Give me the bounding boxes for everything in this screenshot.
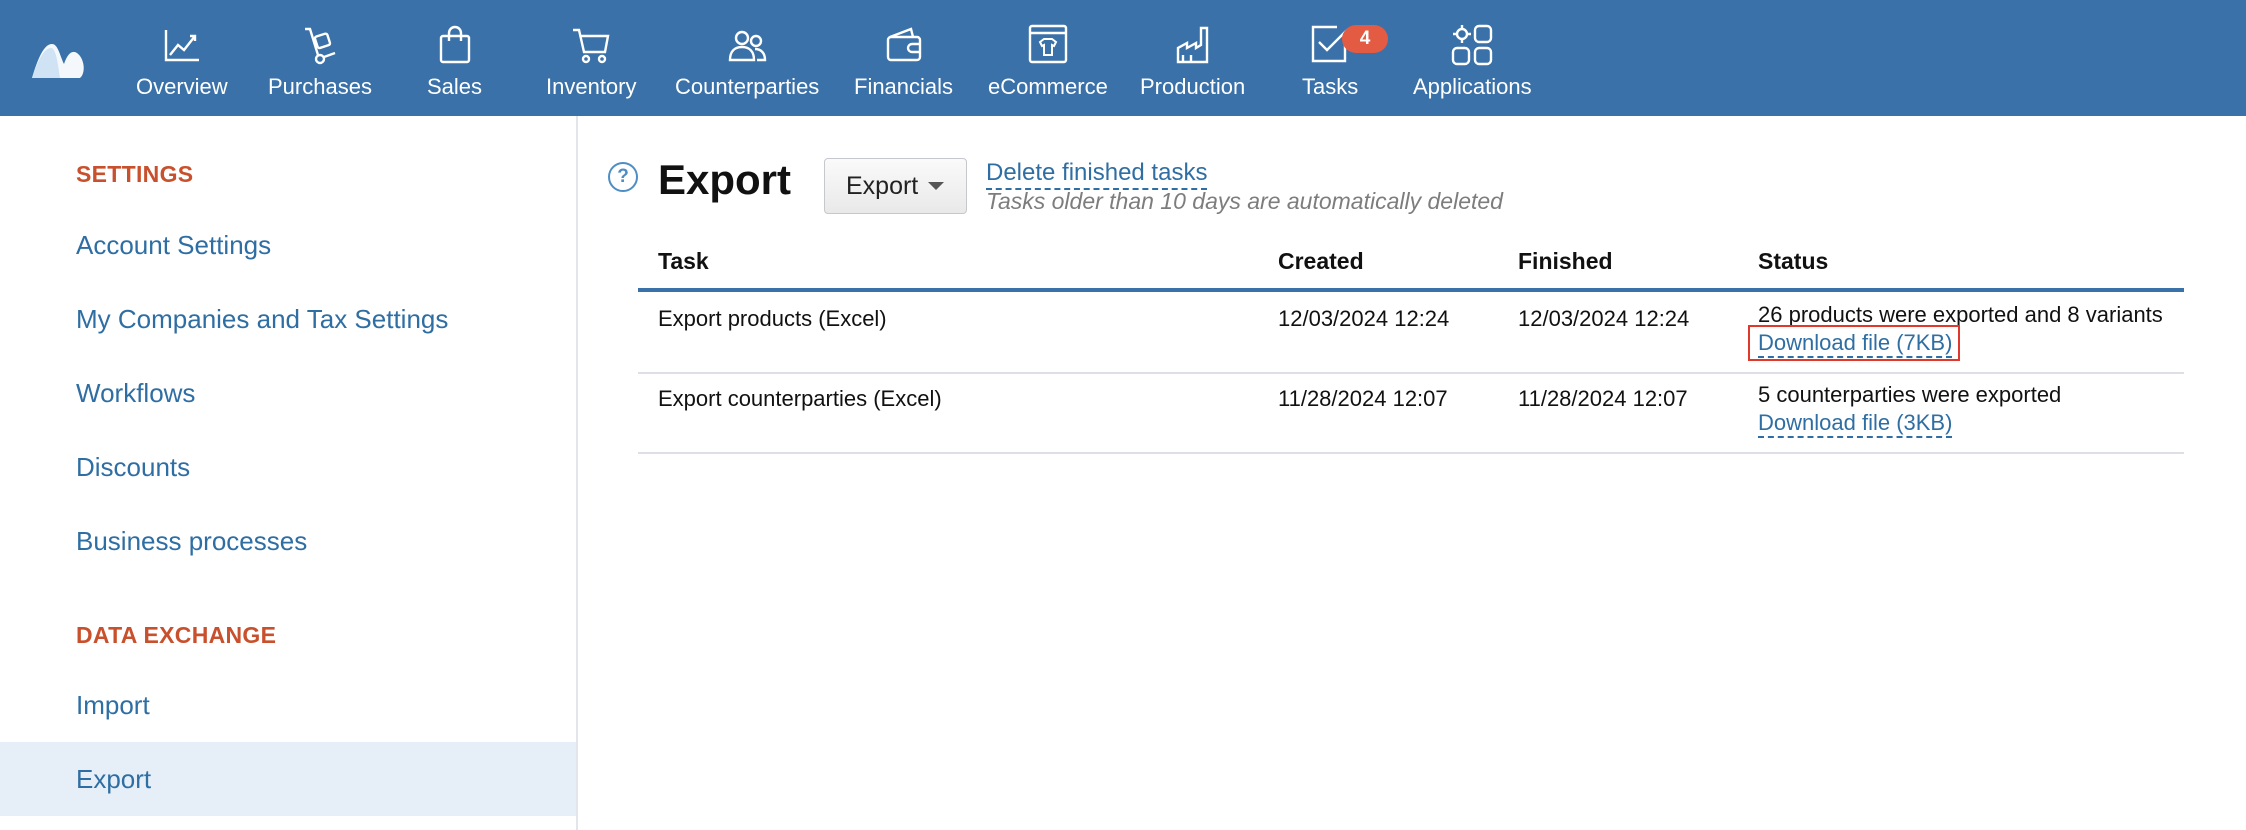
sidebar-item-companies-tax[interactable]: My Companies and Tax Settings [0, 282, 576, 356]
created-date-cell: 11/28/2024 12:07 [1278, 386, 1448, 411]
nav-label: Applications [1413, 74, 1532, 99]
auto-delete-note: Tasks older than 10 days are automatical… [986, 188, 1503, 214]
top-navigation-bar: Overview Purchases Sales Inventory Count… [0, 0, 2246, 116]
highlight-box [1748, 325, 1960, 361]
nav-label: Sales [427, 74, 483, 99]
help-icon[interactable]: ? [608, 162, 638, 192]
nav-label: Inventory [546, 74, 637, 99]
storefront-icon [1028, 24, 1068, 64]
column-header-created: Created [1278, 248, 1364, 274]
table-header-divider [638, 288, 2184, 292]
sidebar-item-account-settings[interactable]: Account Settings [0, 208, 576, 282]
row-divider [638, 372, 2184, 374]
created-date-cell: 12/03/2024 12:24 [1278, 306, 1450, 331]
shopping-bag-icon [439, 25, 470, 64]
nav-label: Financials [854, 74, 954, 99]
sidebar-section-settings: SETTINGS [76, 161, 194, 187]
sidebar-item-business-processes[interactable]: Business processes [0, 504, 576, 578]
nav-label: Tasks [1302, 74, 1359, 99]
nav-purchases[interactable]: Purchases [268, 22, 372, 102]
nav-label: Counterparties [675, 74, 820, 99]
sidebar-item-import[interactable]: Import [0, 668, 576, 742]
column-header-status: Status [1758, 248, 1829, 274]
chart-line-icon [164, 30, 199, 62]
finished-date-cell: 11/28/2024 12:07 [1518, 386, 1688, 411]
nav-inventory[interactable]: Inventory [546, 22, 637, 102]
tasks-count-badge: 4 [1342, 25, 1388, 53]
nav-counterparties[interactable]: Counterparties [675, 22, 819, 102]
nav-label: Overview [136, 74, 228, 99]
page-title: Export [658, 156, 792, 203]
row-divider [638, 452, 2184, 454]
settings-sidebar: SETTINGS Account Settings My Companies a… [0, 116, 578, 830]
export-dropdown-button[interactable]: Export [824, 158, 967, 214]
task-name-cell: Export counterparties (Excel) [658, 386, 942, 411]
sidebar-item-discounts[interactable]: Discounts [0, 430, 576, 504]
finished-date-cell: 12/03/2024 12:24 [1518, 306, 1690, 331]
download-file-link[interactable]: Download file (3KB) [1758, 410, 1953, 438]
apps-grid-icon [1452, 24, 1493, 66]
nav-overview[interactable]: Overview [136, 22, 228, 102]
sidebar-item-export[interactable]: Export [0, 742, 576, 816]
app-logo-icon[interactable] [28, 34, 88, 82]
status-text-cell: 5 counterparties were exported [1758, 382, 2062, 407]
hand-truck-icon [304, 27, 336, 65]
nav-label: eCommerce [988, 74, 1108, 99]
sidebar-item-workflows[interactable]: Workflows [0, 356, 576, 430]
column-header-finished: Finished [1518, 248, 1613, 274]
nav-ecommerce[interactable]: eCommerce [988, 22, 1108, 102]
task-name-cell: Export products (Excel) [658, 306, 887, 331]
caret-down-icon [928, 182, 945, 190]
factory-icon [1176, 26, 1208, 64]
column-header-task: Task [658, 248, 709, 274]
nav-applications[interactable]: Applications [1413, 22, 1532, 102]
shopping-cart-icon [573, 28, 610, 64]
sidebar-section-data-exchange: DATA EXCHANGE [76, 622, 277, 648]
export-button-label: Export [846, 171, 919, 200]
nav-label: Production [1140, 74, 1246, 99]
delete-finished-tasks-link[interactable]: Delete finished tasks [986, 159, 1208, 190]
nav-sales[interactable]: Sales [427, 22, 482, 102]
wallet-icon [886, 27, 921, 62]
nav-production[interactable]: Production [1140, 22, 1245, 102]
nav-label: Purchases [268, 74, 372, 99]
people-icon [728, 30, 767, 62]
nav-financials[interactable]: Financials [854, 22, 953, 102]
